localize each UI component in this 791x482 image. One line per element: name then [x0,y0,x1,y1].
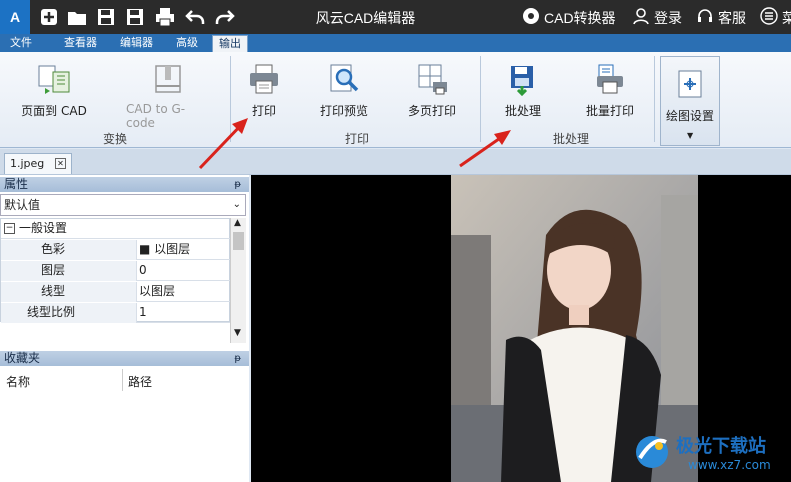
batch-save-icon [506,62,540,96]
more-label: 菜 [782,9,791,26]
converter-icon [522,7,540,28]
cad-converter-button[interactable]: CAD转换器 [522,7,616,28]
group-label-batch: 批处理 [552,132,589,146]
property-row[interactable]: 图层 0 [1,261,231,281]
tab-advanced[interactable]: 高级 [170,35,204,52]
multi-page-print-label: 多页打印 [407,104,456,118]
multi-page-print-button[interactable]: 多页打印 [402,62,462,119]
preset-value: 默认值 [4,198,41,212]
favorites-column-headers: 名称 路径 [0,369,246,391]
property-name: 色彩 [1,240,137,260]
document-tab-label: 1.jpeg [10,157,45,170]
cnc-machine-icon [151,62,185,96]
collapse-icon[interactable]: − [4,223,15,234]
batch-print-button[interactable]: 批量打印 [580,62,640,119]
menu-bar: 文件 查看器 编辑器 高级 输出 [0,34,791,52]
property-section-row[interactable]: − 一般设置 [1,219,231,239]
app-title: 风云CAD编辑器 [315,10,416,26]
login-button[interactable]: 登录 [632,7,682,28]
column-divider [122,369,123,391]
group-label-transform: 变换 [102,132,127,146]
annotation-arrow-batch [459,130,511,168]
property-value: ■ 以图层 [139,242,191,256]
properties-header: 属性 ᵽ [0,177,249,192]
property-value: 0 [139,263,147,277]
pin-icon[interactable]: ᵽ [234,351,241,366]
scroll-up-icon[interactable]: ▲ [234,218,241,228]
user-icon [632,7,650,28]
document-tab-bar: 1.jpeg ✕ [0,149,791,175]
page-to-cad-label: 页面到 CAD [21,104,87,118]
favorites-title: 收藏夹 [4,351,41,365]
property-name: 线型比例 [1,303,137,323]
column-path[interactable]: 路径 [128,373,152,390]
menu-button[interactable]: 菜 [760,7,791,28]
watermark-logo-icon [636,436,668,468]
scrollbar-thumb[interactable] [233,232,244,250]
printer-icon [247,62,281,96]
print-preview-label: 打印预览 [319,104,368,118]
login-label: 登录 [654,9,682,26]
pin-icon[interactable]: ᵽ [234,177,241,192]
batch-print-icon [593,62,627,96]
properties-title: 属性 [4,177,29,191]
multi-page-print-icon [415,62,449,96]
group-label-print: 打印 [344,132,369,146]
property-scrollbar[interactable]: ▲ ▼ [230,218,246,343]
batch-print-label: 批量打印 [585,104,634,118]
batch-process-button[interactable]: 批处理 [498,62,548,119]
scroll-down-icon[interactable]: ▼ [234,328,241,338]
title-bar: A 风云CAD编辑器 CAD转换器 登录 客服 菜 [0,0,791,34]
chevron-down-icon: ⌄ [232,199,241,210]
column-name[interactable]: 名称 [6,373,30,390]
menu-icon [760,7,778,28]
customer-service-button[interactable]: 客服 [696,7,746,28]
watermark: 极光下载站 www.xz7.com [630,428,790,482]
property-row[interactable]: 线型比例 1 [1,303,231,323]
batch-process-label: 批处理 [504,104,541,118]
tab-output[interactable]: 输出 [212,35,248,52]
watermark-brand: 极光下载站 [676,436,766,457]
dropdown-arrow-icon: ▼ [687,131,694,140]
ribbon: 页面到 CAD CAD to G-code 变换 打印 打印预览 多页打印 打印… [0,52,791,148]
property-row[interactable]: 色彩 ■ 以图层 [1,240,231,260]
favorites-header: 收藏夹 ᵽ [0,351,249,366]
service-label: 客服 [718,9,746,26]
headset-icon [696,7,714,28]
page-to-cad-icon [37,62,71,96]
tab-file[interactable]: 文件 [4,35,38,52]
watermark-url: www.xz7.com [688,458,771,472]
print-button[interactable]: 打印 [244,62,284,119]
property-value: 以图层 [139,284,176,298]
drawing-settings-button[interactable]: 绘图设置 ▼ [660,56,720,146]
close-icon[interactable]: ✕ [55,158,66,169]
property-name: 线型 [1,282,137,302]
document-tab[interactable]: 1.jpeg ✕ [4,153,72,174]
property-row[interactable]: 线型 以图层 [1,282,231,302]
property-grid: − 一般设置 色彩 ■ 以图层 图层 0 线型 以图层 线型比例 1 [0,218,231,323]
print-preview-icon [327,62,361,96]
section-label: 一般设置 [19,221,68,235]
group-divider [654,56,655,142]
tab-editor[interactable]: 编辑器 [114,35,159,52]
cad-converter-label: CAD转换器 [544,9,616,26]
print-preview-button[interactable]: 打印预览 [314,62,374,119]
property-value: 1 [139,305,147,319]
property-name: 图层 [1,261,137,281]
properties-preset-select[interactable]: 默认值 ⌄ [0,194,246,216]
annotation-arrow-print [198,118,248,170]
left-panel: 属性 ᵽ 默认值 ⌄ − 一般设置 色彩 ■ 以图层 图层 0 线型 以图层 线… [0,175,249,482]
tab-viewer[interactable]: 查看器 [58,35,103,52]
drawing-settings-label: 绘图设置 [665,109,714,123]
drawing-settings-icon [673,67,707,101]
page-to-cad-button[interactable]: 页面到 CAD [20,62,88,119]
